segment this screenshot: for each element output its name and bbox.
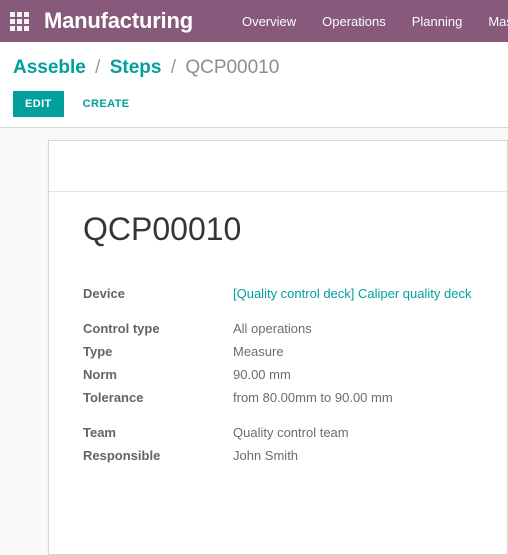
top-navbar: Manufacturing Overview Operations Planni… [0, 0, 508, 42]
field-row-norm: Norm 90.00 mm [83, 363, 477, 386]
field-label-tolerance: Tolerance [83, 390, 144, 406]
sheet-content: QCP00010 Device [Quality control deck] C… [49, 192, 507, 467]
breadcrumb-item-current: QCP00010 [185, 57, 280, 78]
field-label-type: Type [83, 344, 113, 360]
page-title: QCP00010 [83, 210, 242, 247]
breadcrumb: Asseble / Steps / QCP00010 [0, 42, 508, 85]
field-value-device[interactable]: [Quality control deck] Caliper quality d… [233, 282, 471, 305]
field-value-responsible: John Smith [233, 448, 299, 464]
breadcrumb-item-asseble[interactable]: Asseble [13, 57, 86, 78]
field-value-team: Quality control team [233, 425, 349, 441]
field-row-type: Type Measure [83, 340, 477, 363]
field-label-device: Device [83, 286, 125, 302]
field-value-type: Measure [233, 344, 284, 360]
field-label-norm: Norm [83, 367, 117, 383]
apps-grid-glyph [9, 11, 29, 31]
field-row-responsible: Responsible John Smith [83, 444, 477, 467]
menu-item-overview[interactable]: Overview [229, 14, 309, 29]
field-row-team: Team Quality control team [83, 421, 477, 444]
apps-grid-icon[interactable] [6, 0, 32, 42]
app-brand-title[interactable]: Manufacturing [44, 8, 193, 34]
create-button[interactable]: CREATE [71, 91, 142, 117]
menu-item-master-data[interactable]: Maste [475, 14, 508, 29]
main-menu: Overview Operations Planning Maste [229, 14, 508, 29]
action-buttons: EDIT CREATE [0, 85, 508, 117]
field-group-control: Control type All operations Type Measure… [83, 317, 477, 409]
sheet-background: QCP00010 Device [Quality control deck] C… [0, 127, 508, 555]
field-group-team: Team Quality control team Responsible Jo… [83, 421, 477, 467]
field-row-device: Device [Quality control deck] Caliper qu… [83, 282, 477, 305]
field-label-control-type: Control type [83, 321, 160, 337]
field-row-control-type: Control type All operations [83, 317, 477, 340]
breadcrumb-item-steps[interactable]: Steps [110, 57, 162, 78]
field-row-tolerance: Tolerance from 80.00mm to 90.00 mm [83, 386, 477, 409]
menu-item-operations[interactable]: Operations [309, 14, 399, 29]
edit-button[interactable]: EDIT [13, 90, 64, 117]
field-label-responsible: Responsible [83, 448, 161, 464]
field-value-control-type: All operations [233, 321, 312, 337]
record-sheet: QCP00010 Device [Quality control deck] C… [48, 139, 508, 555]
field-value-tolerance: from 80.00mm to 90.00 mm [233, 390, 393, 406]
control-panel: Asseble / Steps / QCP00010 EDIT CREATE [0, 42, 508, 128]
field-group-device: Device [Quality control deck] Caliper qu… [83, 282, 477, 305]
field-value-norm: 90.00 mm [233, 367, 291, 383]
menu-item-planning[interactable]: Planning [399, 14, 476, 29]
breadcrumb-separator: / [95, 57, 101, 78]
field-label-team: Team [83, 425, 116, 441]
stat-button-box [49, 141, 507, 192]
breadcrumb-separator: / [170, 57, 177, 78]
